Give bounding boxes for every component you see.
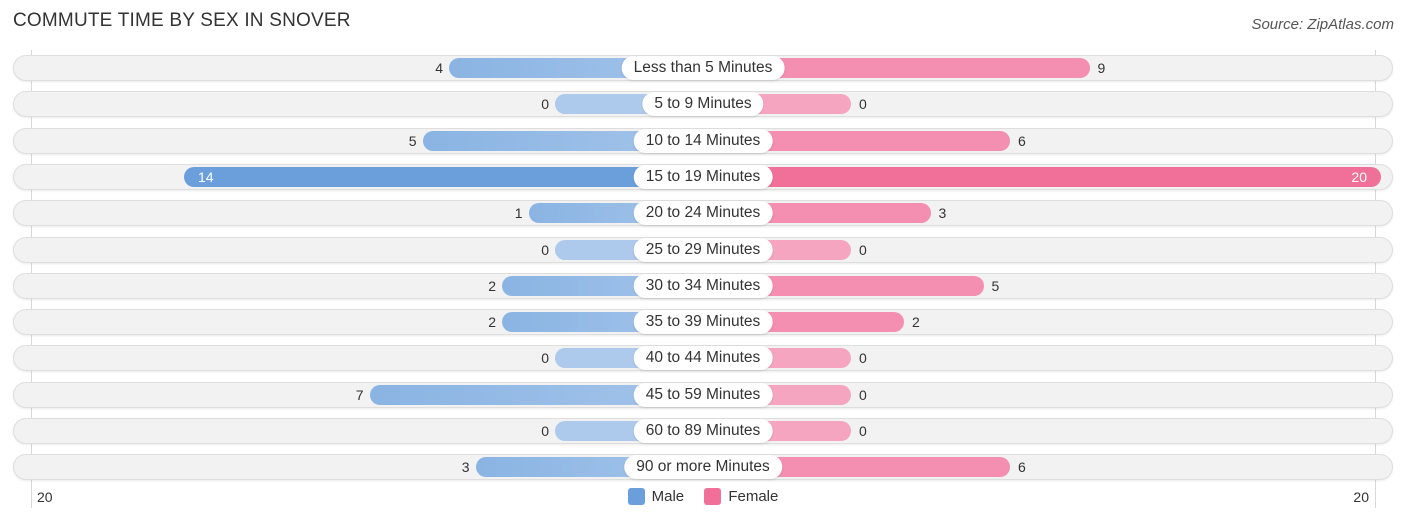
category-label: 35 to 39 Minutes bbox=[633, 310, 773, 335]
value-label-male: 7 bbox=[355, 386, 364, 403]
legend-item-female[interactable]: Female bbox=[704, 488, 778, 505]
bar-male[interactable] bbox=[184, 166, 703, 187]
legend-swatch-male bbox=[627, 488, 645, 505]
category-label: 45 to 59 Minutes bbox=[633, 382, 773, 407]
value-label-female: 5 bbox=[991, 277, 1000, 294]
category-label: 5 to 9 Minutes bbox=[642, 92, 764, 117]
value-label-male: 0 bbox=[541, 241, 549, 258]
legend-item-male[interactable]: Male bbox=[627, 488, 685, 505]
bar-female[interactable] bbox=[703, 166, 1381, 187]
value-label-female: 0 bbox=[859, 96, 867, 113]
legend-label-male: Male bbox=[651, 488, 685, 505]
value-label-female: 0 bbox=[859, 350, 867, 367]
value-label-male: 2 bbox=[488, 314, 496, 331]
value-label-female: 9 bbox=[1097, 60, 1106, 76]
value-label-male: 5 bbox=[408, 132, 417, 149]
category-label: Less than 5 Minutes bbox=[621, 56, 785, 80]
value-label-female: 6 bbox=[1018, 132, 1026, 149]
legend: Male Female bbox=[0, 488, 1406, 509]
value-label-female: 0 bbox=[859, 241, 867, 258]
legend-swatch-female bbox=[704, 488, 722, 505]
category-label: 10 to 14 Minutes bbox=[633, 128, 773, 153]
value-label-female: 20 bbox=[1351, 168, 1367, 185]
value-label-male: 0 bbox=[541, 350, 549, 367]
category-label: 25 to 29 Minutes bbox=[633, 237, 773, 262]
category-label: 60 to 89 Minutes bbox=[633, 419, 773, 443]
chart-area: 4 9 Less than 5 Minutes 0 0 5 to 9 Minutes 5 6 1… bbox=[0, 0, 1406, 523]
category-label: 90 or more Minutes bbox=[624, 455, 782, 480]
value-label-female: 3 bbox=[938, 205, 947, 222]
value-label-female: 0 bbox=[859, 386, 867, 403]
category-label: 30 to 34 Minutes bbox=[633, 273, 773, 298]
category-label: 40 to 44 Minutes bbox=[633, 346, 773, 371]
value-label-male: 3 bbox=[461, 459, 470, 476]
category-label: 20 to 24 Minutes bbox=[633, 201, 773, 226]
value-label-male: 0 bbox=[541, 423, 549, 439]
legend-label-female: Female bbox=[728, 488, 779, 505]
value-label-male: 0 bbox=[541, 96, 549, 113]
value-label-male: 2 bbox=[488, 277, 496, 294]
value-label-male: 14 bbox=[198, 168, 214, 185]
value-label-female: 6 bbox=[1018, 459, 1026, 476]
value-label-male: 1 bbox=[514, 205, 523, 222]
value-label-female: 2 bbox=[912, 314, 920, 331]
value-label-male: 4 bbox=[435, 60, 443, 76]
value-label-female: 0 bbox=[859, 423, 867, 439]
category-label: 15 to 19 Minutes bbox=[633, 164, 773, 189]
